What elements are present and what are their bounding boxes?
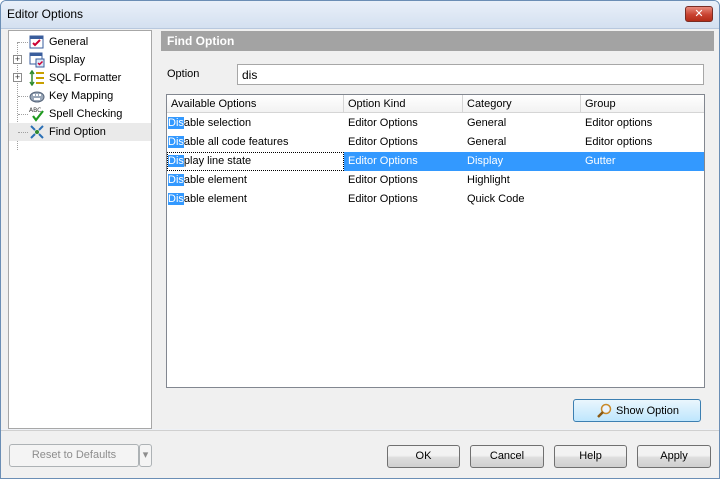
sql-formatter-icon bbox=[29, 70, 44, 86]
apply-button[interactable]: Apply bbox=[637, 445, 711, 468]
option-text: play line state bbox=[183, 155, 252, 167]
cell-option-kind: Editor Options bbox=[348, 117, 418, 129]
option-text: able element bbox=[183, 174, 247, 186]
cell-group bbox=[581, 190, 704, 209]
display-icon bbox=[29, 52, 45, 68]
cell-option-kind: Editor Options bbox=[348, 136, 418, 148]
match-highlight: Dis bbox=[168, 193, 184, 205]
tree-connector bbox=[18, 96, 28, 97]
close-button[interactable]: ✕ bbox=[685, 6, 713, 22]
table-row[interactable]: Disable selection Editor Options General… bbox=[167, 114, 704, 133]
cell-option-kind: Editor Options bbox=[348, 193, 418, 205]
match-highlight: Dis bbox=[168, 117, 184, 129]
cell-group: Editor options bbox=[585, 136, 653, 148]
cell-option-kind: Editor Options bbox=[348, 155, 418, 167]
spell-check-icon: ABC bbox=[29, 107, 44, 122]
cell-available-option: Disable element bbox=[167, 190, 344, 209]
match-highlight: Dis bbox=[168, 174, 184, 186]
cell-category: Quick Code bbox=[467, 193, 525, 205]
tree-connector bbox=[18, 132, 28, 133]
cell-category: General bbox=[467, 117, 507, 129]
cell-available-option: Disable selection bbox=[167, 114, 344, 133]
column-header-category[interactable]: Category bbox=[463, 95, 581, 113]
section-title: Find Option bbox=[167, 34, 235, 48]
reset-to-defaults-button[interactable]: Reset to Defaults bbox=[9, 444, 139, 467]
cell-group: Gutter bbox=[585, 155, 616, 167]
options-grid: Available Options Option Kind Category G… bbox=[166, 94, 705, 388]
tree-item-label: General bbox=[49, 36, 89, 48]
grid-header: Available Options Option Kind Category G… bbox=[167, 95, 704, 113]
show-option-button[interactable]: Show Option bbox=[573, 399, 701, 422]
option-search-input[interactable] bbox=[237, 64, 704, 85]
option-text: able element bbox=[183, 193, 247, 205]
window-title: Editor Options bbox=[7, 7, 84, 21]
key-mapping-icon bbox=[29, 91, 45, 103]
magnifier-icon bbox=[597, 403, 612, 418]
tree-item-label: Key Mapping bbox=[49, 90, 114, 102]
cell-available-option: Display line state bbox=[167, 152, 344, 171]
column-header-option-kind[interactable]: Option Kind bbox=[344, 95, 463, 113]
cancel-button[interactable]: Cancel bbox=[470, 445, 544, 468]
expand-icon[interactable]: + bbox=[13, 73, 22, 82]
dialog-footer: Reset to Defaults ▾ OK Cancel Help Apply bbox=[1, 430, 719, 478]
tree-item-label: Find Option bbox=[49, 126, 106, 138]
tree-connector bbox=[18, 114, 28, 115]
cell-available-option: Disable all code features bbox=[167, 133, 344, 152]
cell-available-option: Disable element bbox=[167, 171, 344, 190]
reset-dropdown-arrow[interactable]: ▾ bbox=[139, 444, 152, 467]
show-option-label: Show Option bbox=[616, 405, 679, 417]
tree-item-sql-formatter[interactable]: + SQL Formatter bbox=[9, 69, 151, 87]
ok-button[interactable]: OK bbox=[387, 445, 460, 468]
editor-options-window: Editor Options ✕ General + Display + SQL… bbox=[0, 0, 720, 479]
help-button[interactable]: Help bbox=[554, 445, 627, 468]
tree-connector bbox=[18, 42, 28, 43]
tree-item-general[interactable]: General bbox=[9, 33, 151, 150]
tree-item-label: SQL Formatter bbox=[49, 72, 122, 84]
option-text: able all code features bbox=[183, 136, 289, 148]
table-row[interactable]: Disable element Editor Options Quick Cod… bbox=[167, 190, 704, 209]
tree-item-spell-checking[interactable]: ABC Spell Checking bbox=[9, 105, 151, 123]
tree-item-find-option[interactable]: Find Option bbox=[9, 123, 151, 141]
tree-item-label: Spell Checking bbox=[49, 108, 123, 120]
tree-item-key-mapping[interactable]: Key Mapping bbox=[9, 87, 151, 105]
tree-item-display[interactable]: + Display bbox=[9, 51, 151, 69]
cell-category: Display bbox=[467, 155, 504, 167]
cell-group: Editor options bbox=[585, 117, 653, 129]
section-header: Find Option bbox=[161, 31, 714, 51]
column-header-available-options[interactable]: Available Options bbox=[167, 95, 344, 113]
title-bar: Editor Options ✕ bbox=[1, 1, 719, 29]
cell-category: General bbox=[467, 136, 507, 148]
option-label: Option bbox=[167, 68, 200, 80]
option-text: able selection bbox=[183, 117, 252, 129]
svg-text:ABC: ABC bbox=[29, 107, 41, 114]
general-icon bbox=[29, 35, 44, 49]
table-row[interactable]: Disable all code features Editor Options… bbox=[167, 133, 704, 152]
table-row-selected[interactable]: Display line state Editor Options Displa… bbox=[167, 152, 704, 171]
column-header-group[interactable]: Group bbox=[581, 95, 704, 113]
cell-category: Highlight bbox=[467, 174, 510, 186]
table-row[interactable]: Disable element Editor Options Highlight bbox=[167, 171, 704, 190]
tree-item-label: Display bbox=[49, 54, 86, 66]
expand-icon[interactable]: + bbox=[13, 55, 22, 64]
cell-group bbox=[581, 171, 704, 190]
cell-option-kind: Editor Options bbox=[348, 174, 418, 186]
match-highlight: Dis bbox=[168, 136, 184, 148]
match-highlight: Dis bbox=[168, 155, 184, 167]
options-tree: General + Display + SQL Formatter Key Ma… bbox=[8, 30, 152, 429]
find-option-icon bbox=[30, 125, 44, 139]
